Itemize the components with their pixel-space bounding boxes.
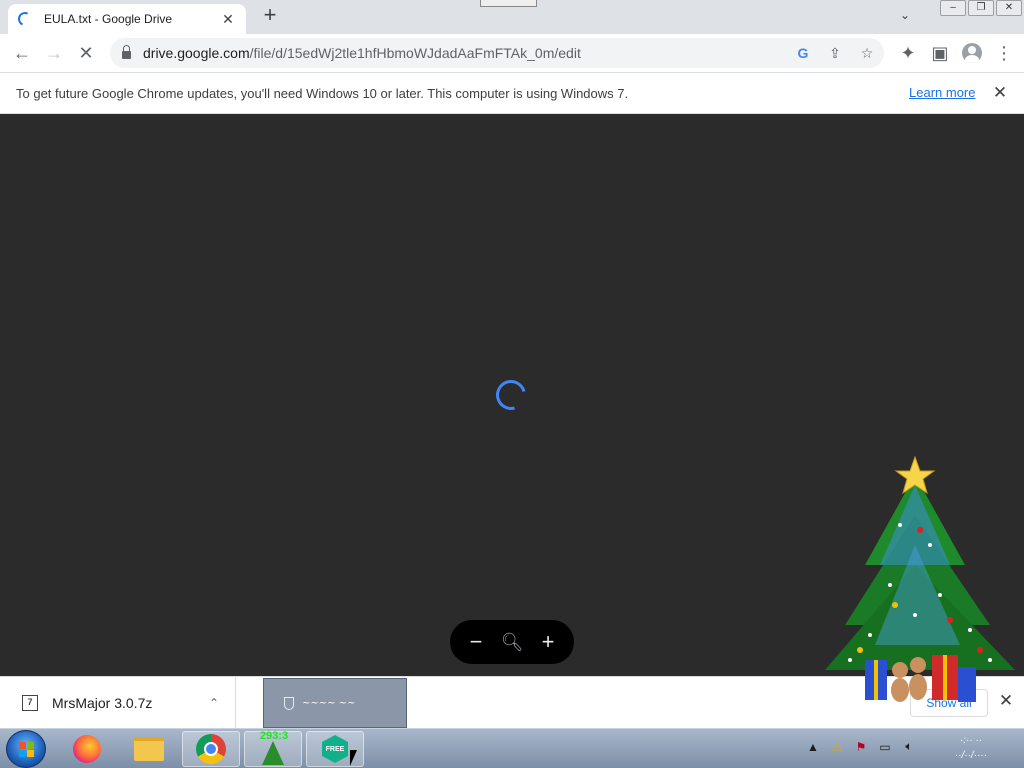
download-file-name: MrsMajor 3.0.7z <box>52 695 153 711</box>
profile-button[interactable] <box>956 37 988 69</box>
side-panel-icon[interactable]: ▣ <box>924 37 956 69</box>
omnibox-actions: G ⇪ ☆ <box>794 38 876 68</box>
tab-close-icon[interactable]: ✕ <box>220 11 236 28</box>
clock-time-glyphs: ·:·· ·· <box>959 735 983 746</box>
archive-file-icon: 7 <box>22 695 38 711</box>
tree-icon <box>262 741 284 765</box>
avatar-icon <box>962 43 982 63</box>
back-button[interactable]: ← <box>6 37 38 69</box>
new-tab-button[interactable]: + <box>258 4 282 28</box>
chrome-icon <box>196 734 226 764</box>
taskbar-firefox[interactable] <box>58 731 116 767</box>
preview-scribble: ~~~~ ~~ <box>302 697 356 709</box>
zoom-reset-icon[interactable]: 🔍︎ <box>498 632 526 653</box>
address-bar[interactable]: drive.google.com/file/d/15edWj2tle1hfHbm… <box>110 38 884 68</box>
learn-more-link[interactable]: Learn more <box>909 85 975 100</box>
taskbar-chrome[interactable] <box>182 731 240 767</box>
infobar-message: To get future Google Chrome updates, you… <box>16 85 629 101</box>
shield-icon <box>284 696 294 710</box>
shield-warning-icon[interactable]: ⚠ <box>830 740 844 754</box>
network-icon[interactable]: ▭ <box>878 740 892 754</box>
lock-icon[interactable] <box>122 45 131 59</box>
taskbar-explorer[interactable] <box>120 731 178 767</box>
mouse-cursor-icon <box>350 750 357 766</box>
minimize-button[interactable]: – <box>940 0 966 16</box>
window-controls: – ❐ ✕ <box>940 0 1022 16</box>
download-item[interactable]: 7 MrsMajor 3.0.7z ⌃ <box>14 677 236 729</box>
folder-icon <box>134 737 164 761</box>
stop-loading-button[interactable]: ✕ <box>70 37 102 69</box>
tab-eula-google-drive[interactable]: EULA.txt - Google Drive ✕ <box>8 4 246 34</box>
chevron-up-icon[interactable]: ⌃ <box>209 696 219 710</box>
chrome-menu-icon[interactable]: ⋮ <box>988 37 1020 69</box>
loading-spinner-icon <box>16 10 34 28</box>
tree-body <box>825 475 1015 670</box>
infobar-close-icon[interactable]: ✕ <box>990 83 1010 103</box>
extensions-icon[interactable]: ✦ <box>892 37 924 69</box>
share-icon[interactable]: ⇪ <box>826 45 844 62</box>
firefox-icon <box>73 735 101 763</box>
tray-expand-icon[interactable]: ▲ <box>806 740 820 754</box>
flag-icon[interactable]: ⚑ <box>854 740 868 754</box>
window-drag-handle[interactable] <box>480 0 537 7</box>
close-window-button[interactable]: ✕ <box>996 0 1022 16</box>
taskbar-clock[interactable]: ·:·· ·· ··/··/···· <box>936 733 1006 763</box>
bookmark-star-icon[interactable]: ☆ <box>858 45 876 62</box>
zoom-in-button[interactable]: + <box>534 629 562 655</box>
tab-search-button[interactable]: ⌄ <box>895 8 915 26</box>
tab-strip: EULA.txt - Google Drive ✕ + ⌄ – ❐ ✕ <box>0 0 1024 34</box>
forward-button[interactable]: → <box>38 37 70 69</box>
taskbar-preview-thumbnail[interactable]: ~~~~ ~~ <box>263 678 407 728</box>
google-lens-icon[interactable]: G <box>794 45 812 61</box>
start-button[interactable] <box>6 730 46 768</box>
zoom-out-button[interactable]: − <box>462 629 490 655</box>
volume-icon[interactable]: 🔈︎ <box>902 739 916 754</box>
clock-date-glyphs: ··/··/···· <box>954 750 988 761</box>
restore-button[interactable]: ❐ <box>968 0 994 16</box>
hexagon-app-icon: FREE <box>322 735 348 763</box>
windows-taskbar: 293:3 FREE ▲ ⚠ ⚑ ▭ 🔈︎ ·:·· ·· ··/··/···· <box>0 728 1024 768</box>
update-infobar: To get future Google Chrome updates, you… <box>0 72 1024 114</box>
tab-title: EULA.txt - Google Drive <box>44 12 173 26</box>
toolbar-right: ✦ ▣ ⋮ <box>892 37 1020 69</box>
system-tray: ▲ ⚠ ⚑ ▭ 🔈︎ <box>806 739 916 754</box>
url-host: drive.google.com <box>143 45 250 61</box>
zoom-controls: − 🔍︎ + <box>450 620 574 664</box>
loading-spinner-icon <box>490 374 532 416</box>
url-path: /file/d/15edWj2tle1hfHbmoWJdadAaFmFTAk_0… <box>249 45 581 61</box>
taskbar-tree-app[interactable]: 293:3 <box>244 730 302 767</box>
christmas-tree-overlay <box>825 455 1015 702</box>
browser-toolbar: ← → ✕ drive.google.com/file/d/15edWj2tle… <box>0 34 1024 72</box>
url-text[interactable]: drive.google.com/file/d/15edWj2tle1hfHbm… <box>143 45 581 61</box>
